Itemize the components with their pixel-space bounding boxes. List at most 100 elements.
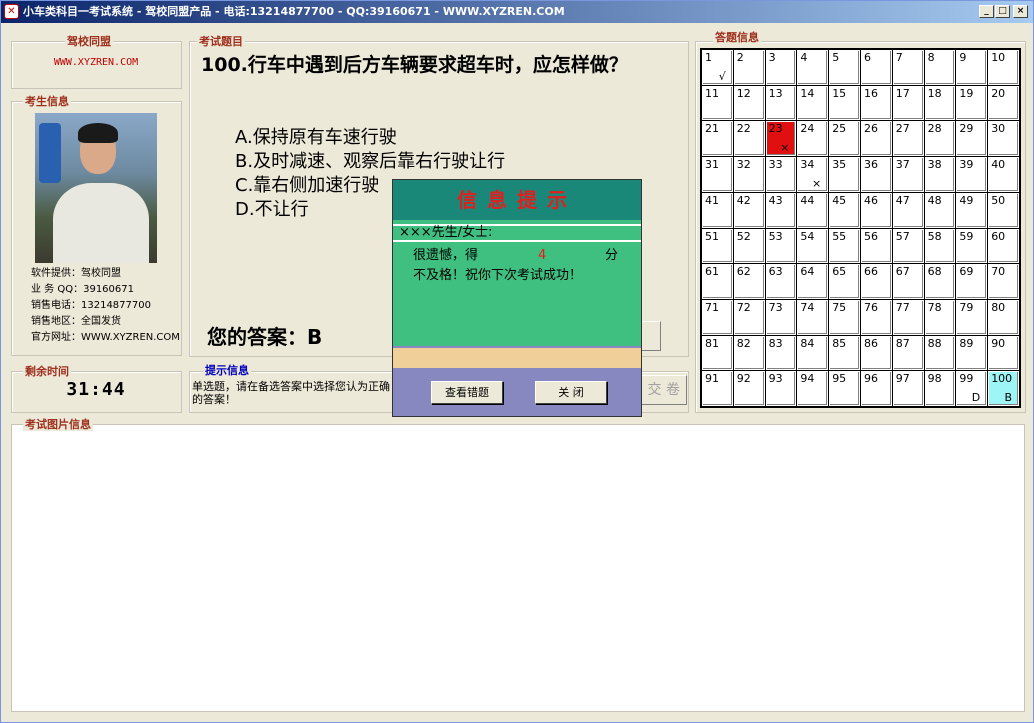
answer-cell-19[interactable]: 19 xyxy=(956,85,988,121)
answer-cell-41[interactable]: 41 xyxy=(702,192,733,228)
answer-cell-31[interactable]: 31 xyxy=(702,157,733,192)
answer-cell-72[interactable]: 72 xyxy=(733,299,765,335)
answer-cell-10[interactable]: 10 xyxy=(988,50,1019,85)
answer-cell-36[interactable]: 36 xyxy=(860,157,892,192)
option-d[interactable]: D.不让行 xyxy=(235,198,309,222)
answer-cell-61[interactable]: 61 xyxy=(702,264,733,299)
answer-cell-54[interactable]: 54 xyxy=(797,228,829,264)
answer-cell-42[interactable]: 42 xyxy=(733,192,765,228)
answer-cell-82[interactable]: 82 xyxy=(733,335,765,371)
answer-cell-70[interactable]: 70 xyxy=(988,264,1019,299)
answer-cell-64[interactable]: 64 xyxy=(797,264,829,299)
answer-cell-15[interactable]: 15 xyxy=(829,85,860,121)
answer-cell-94[interactable]: 94 xyxy=(797,371,829,406)
answer-cell-55[interactable]: 55 xyxy=(829,228,860,264)
answer-cell-92[interactable]: 92 xyxy=(733,371,765,406)
answer-cell-20[interactable]: 20 xyxy=(988,85,1019,121)
answer-cell-3[interactable]: 3 xyxy=(765,50,797,85)
answer-cell-76[interactable]: 76 xyxy=(860,299,892,335)
answer-cell-38[interactable]: 38 xyxy=(924,157,956,192)
answer-cell-80[interactable]: 80 xyxy=(988,299,1019,335)
answer-cell-100[interactable]: 100 B xyxy=(988,371,1019,406)
answer-cell-79[interactable]: 79 xyxy=(956,299,988,335)
answer-cell-24[interactable]: 24 xyxy=(797,121,829,157)
answer-cell-69[interactable]: 69 xyxy=(956,264,988,299)
answer-cell-46[interactable]: 46 xyxy=(860,192,892,228)
answer-cell-87[interactable]: 87 xyxy=(892,335,924,371)
answer-cell-33[interactable]: 33 xyxy=(765,157,797,192)
answer-cell-56[interactable]: 56 xyxy=(860,228,892,264)
answer-cell-26[interactable]: 26 xyxy=(860,121,892,157)
answer-cell-81[interactable]: 81 xyxy=(702,335,733,371)
answer-cell-21[interactable]: 21 xyxy=(702,121,733,157)
answer-cell-66[interactable]: 66 xyxy=(860,264,892,299)
school-website-link[interactable]: WWW.XYZREN.COM xyxy=(11,57,181,68)
answer-cell-71[interactable]: 71 xyxy=(702,299,733,335)
answer-cell-40[interactable]: 40 xyxy=(988,157,1019,192)
answer-cell-91[interactable]: 91 xyxy=(702,371,733,406)
answer-cell-8[interactable]: 8 xyxy=(924,50,956,85)
answer-cell-93[interactable]: 93 xyxy=(765,371,797,406)
answer-cell-75[interactable]: 75 xyxy=(829,299,860,335)
answer-cell-63[interactable]: 63 xyxy=(765,264,797,299)
answer-cell-11[interactable]: 11 xyxy=(702,85,733,121)
answer-cell-27[interactable]: 27 xyxy=(892,121,924,157)
answer-cell-2[interactable]: 2 xyxy=(733,50,765,85)
answer-cell-97[interactable]: 97 xyxy=(892,371,924,406)
answer-cell-78[interactable]: 78 xyxy=(924,299,956,335)
dialog-close-button[interactable]: 关 闭 xyxy=(535,381,607,404)
answer-cell-43[interactable]: 43 xyxy=(765,192,797,228)
answer-cell-96[interactable]: 96 xyxy=(860,371,892,406)
answer-cell-25[interactable]: 25 xyxy=(829,121,860,157)
answer-cell-48[interactable]: 48 xyxy=(924,192,956,228)
option-c[interactable]: C.靠右侧加速行驶 xyxy=(235,174,379,198)
answer-cell-22[interactable]: 22 xyxy=(733,121,765,157)
answer-cell-39[interactable]: 39 xyxy=(956,157,988,192)
answer-cell-49[interactable]: 49 xyxy=(956,192,988,228)
answer-cell-29[interactable]: 29 xyxy=(956,121,988,157)
answer-cell-50[interactable]: 50 xyxy=(988,192,1019,228)
answer-cell-35[interactable]: 35 xyxy=(829,157,860,192)
answer-cell-67[interactable]: 67 xyxy=(892,264,924,299)
answer-cell-86[interactable]: 86 xyxy=(860,335,892,371)
answer-cell-18[interactable]: 18 xyxy=(924,85,956,121)
option-b[interactable]: B.及时减速、观察后靠右行驶让行 xyxy=(235,150,505,174)
answer-cell-45[interactable]: 45 xyxy=(829,192,860,228)
answer-cell-4[interactable]: 4 xyxy=(797,50,829,85)
answer-cell-62[interactable]: 62 xyxy=(733,264,765,299)
answer-cell-28[interactable]: 28 xyxy=(924,121,956,157)
answer-cell-83[interactable]: 83 xyxy=(765,335,797,371)
answer-cell-32[interactable]: 32 xyxy=(733,157,765,192)
answer-cell-34[interactable]: 34 × xyxy=(797,157,829,192)
answer-cell-57[interactable]: 57 xyxy=(892,228,924,264)
answer-cell-16[interactable]: 16 xyxy=(860,85,892,121)
option-a[interactable]: A.保持原有车速行驶 xyxy=(235,126,397,150)
answer-cell-51[interactable]: 51 xyxy=(702,228,733,264)
answer-cell-95[interactable]: 95 xyxy=(829,371,860,406)
close-button[interactable]: × xyxy=(1013,5,1028,18)
answer-cell-13[interactable]: 13 xyxy=(765,85,797,121)
answer-cell-44[interactable]: 44 xyxy=(797,192,829,228)
maximize-button[interactable]: □ xyxy=(995,5,1010,18)
answer-cell-12[interactable]: 12 xyxy=(733,85,765,121)
answer-cell-73[interactable]: 73 xyxy=(765,299,797,335)
answer-cell-37[interactable]: 37 xyxy=(892,157,924,192)
answer-cell-68[interactable]: 68 xyxy=(924,264,956,299)
answer-cell-77[interactable]: 77 xyxy=(892,299,924,335)
answer-cell-59[interactable]: 59 xyxy=(956,228,988,264)
answer-cell-47[interactable]: 47 xyxy=(892,192,924,228)
answer-cell-89[interactable]: 89 xyxy=(956,335,988,371)
answer-cell-74[interactable]: 74 xyxy=(797,299,829,335)
answer-cell-9[interactable]: 9 xyxy=(956,50,988,85)
answer-cell-23[interactable]: 23 × xyxy=(765,121,797,157)
answer-cell-85[interactable]: 85 xyxy=(829,335,860,371)
answer-cell-17[interactable]: 17 xyxy=(892,85,924,121)
answer-cell-14[interactable]: 14 xyxy=(797,85,829,121)
answer-cell-58[interactable]: 58 xyxy=(924,228,956,264)
answer-cell-88[interactable]: 88 xyxy=(924,335,956,371)
answer-cell-53[interactable]: 53 xyxy=(765,228,797,264)
answer-cell-52[interactable]: 52 xyxy=(733,228,765,264)
answer-cell-90[interactable]: 90 xyxy=(988,335,1019,371)
answer-cell-5[interactable]: 5 xyxy=(829,50,860,85)
answer-cell-98[interactable]: 98 xyxy=(924,371,956,406)
